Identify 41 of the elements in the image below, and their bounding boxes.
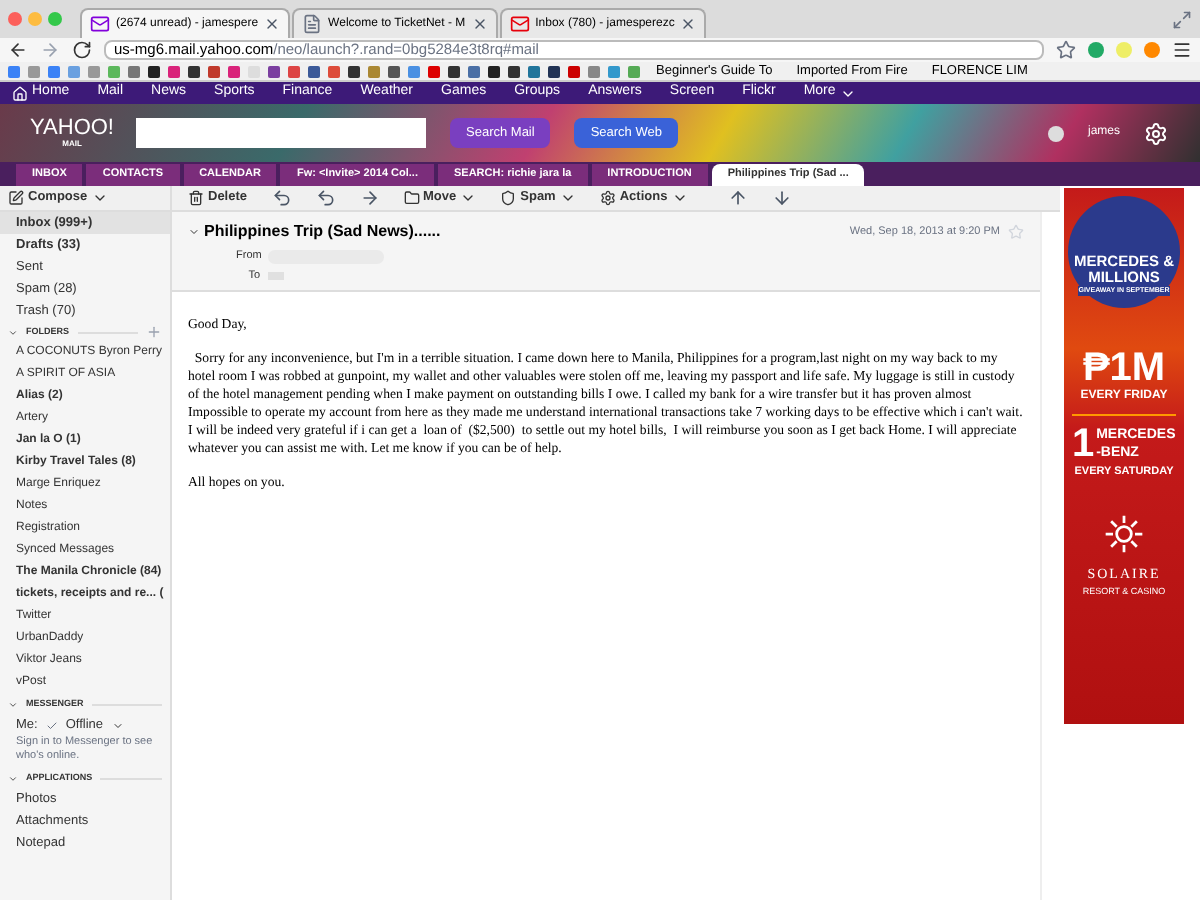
message-subject: Philippines Trip (Sad News)...... — [204, 220, 441, 244]
chevron-down-icon[interactable] — [111, 719, 124, 731]
close-tab-icon[interactable] — [471, 16, 488, 32]
search-field[interactable] — [136, 118, 426, 148]
ad-prize-count: 1 — [1071, 424, 1095, 464]
next-message-icon[interactable] — [771, 188, 792, 208]
chevron-down-icon — [460, 190, 477, 206]
chevron-down-icon — [559, 190, 576, 206]
chevron-down-icon — [91, 190, 108, 206]
check-icon — [45, 719, 58, 731]
reply-icon[interactable] — [271, 188, 292, 208]
gear-icon — [599, 190, 616, 206]
collapse-icon[interactable] — [8, 773, 18, 783]
collapse-icon[interactable] — [8, 699, 18, 709]
page-icon — [302, 14, 323, 34]
shield-icon — [500, 190, 517, 206]
settings-icon[interactable] — [1144, 121, 1168, 145]
sun-logo-icon — [1102, 512, 1146, 557]
mail-icon — [509, 14, 530, 34]
reload-icon[interactable] — [72, 40, 92, 60]
menu-icon[interactable] — [1172, 40, 1192, 60]
reply-all-icon[interactable] — [315, 188, 336, 208]
fullscreen-icon[interactable] — [1172, 10, 1192, 30]
bookmark-star-icon[interactable] — [1056, 40, 1076, 60]
folder-icon — [403, 190, 420, 206]
back-icon[interactable] — [8, 40, 28, 60]
forward-icon[interactable] — [359, 188, 380, 208]
star-icon[interactable] — [1008, 224, 1024, 240]
compose-icon — [8, 190, 24, 206]
close-tab-icon[interactable] — [264, 16, 281, 32]
close-window-button[interactable] — [8, 12, 22, 26]
collapse-icon[interactable] — [188, 226, 200, 238]
home-icon — [12, 85, 28, 101]
mail-icon — [90, 14, 110, 34]
collapse-icon[interactable] — [8, 327, 18, 337]
avatar-icon — [1047, 125, 1064, 141]
chevron-down-icon — [671, 190, 688, 206]
ad-prize: ₱1M — [1082, 348, 1166, 388]
previous-message-icon[interactable] — [727, 188, 748, 208]
trash-icon — [188, 190, 204, 206]
close-tab-icon[interactable] — [680, 16, 697, 32]
